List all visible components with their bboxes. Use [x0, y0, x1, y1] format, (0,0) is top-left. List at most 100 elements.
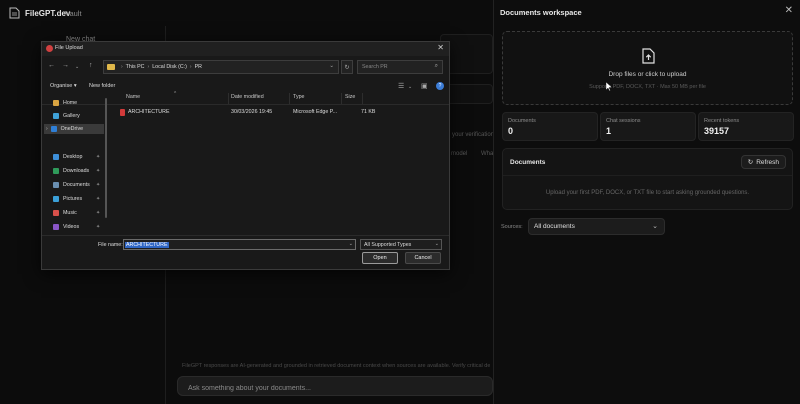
- divider: [42, 104, 449, 105]
- cloud-icon: [50, 126, 57, 132]
- gallery-icon: [53, 113, 59, 119]
- nav-label: Desktop: [63, 154, 83, 160]
- breadcrumb-item[interactable]: Local Disk (C:): [152, 64, 187, 70]
- sort-up-icon: ⌃: [173, 91, 178, 97]
- stat-label: Recent tokens: [704, 118, 740, 124]
- sources-value: All documents: [534, 223, 575, 230]
- pin-icon: ✦: [96, 182, 101, 188]
- help-icon[interactable]: ?: [436, 82, 444, 90]
- file-name-label: File name:: [98, 242, 123, 248]
- nav-item-music[interactable]: Music: [53, 208, 77, 218]
- file-row[interactable]: ARCHITECTURE 30/03/2026 19:45 Microsoft …: [119, 107, 445, 117]
- chat-input-field[interactable]: [178, 379, 492, 398]
- refresh-icon[interactable]: ↻: [341, 60, 353, 74]
- file-type: Microsoft Edge P...: [293, 109, 338, 115]
- column-date[interactable]: Date modified: [231, 94, 264, 100]
- column-divider: [341, 93, 342, 104]
- screen: FileGPT.dev Vault New chat your verifica…: [0, 0, 800, 404]
- chevron-down-icon[interactable]: ⌄: [75, 64, 79, 70]
- music-icon: [53, 210, 59, 216]
- nav-item-onedrive[interactable]: › OneDrive: [44, 124, 104, 134]
- column-type[interactable]: Type: [293, 94, 304, 100]
- breadcrumb-item[interactable]: This PC: [126, 64, 145, 70]
- close-icon[interactable]: ✕: [785, 5, 793, 16]
- nav-item-documents[interactable]: Documents: [53, 180, 90, 190]
- chevron-down-icon: ⌄: [652, 223, 658, 230]
- documents-panel: Documents workspace ✕ Drop files or clic…: [493, 0, 800, 404]
- chevron-down-icon: ⌄: [434, 241, 439, 247]
- stat-value: 0: [508, 126, 514, 136]
- file-name: ARCHITECTURE: [128, 109, 170, 115]
- panel-title: Documents workspace: [500, 8, 582, 17]
- preview-pane-icon[interactable]: ▣: [421, 82, 428, 90]
- nav-item-home[interactable]: Home: [53, 98, 77, 108]
- cancel-button[interactable]: Cancel: [405, 252, 441, 264]
- dialog-title: File Upload: [55, 45, 83, 51]
- open-button[interactable]: Open: [362, 252, 398, 264]
- refresh-label: Refresh: [756, 158, 779, 166]
- file-name-input[interactable]: ARCHITECTURE ⌄: [123, 239, 356, 250]
- chevron-down-icon[interactable]: ⌄: [349, 241, 353, 247]
- nav-label: Pictures: [63, 196, 83, 202]
- upload-file-icon: [642, 48, 655, 64]
- document-icon: [53, 182, 59, 188]
- nav-vault-link[interactable]: Vault: [65, 9, 82, 18]
- chevron-right-icon: ›: [147, 64, 150, 70]
- pin-icon: ✦: [96, 168, 101, 174]
- sources-select[interactable]: All documents ⌄: [528, 218, 665, 235]
- address-bar[interactable]: › This PC › Local Disk (C:) › PR ⌄: [103, 60, 339, 74]
- stat-recent-tokens: Recent tokens 39157: [698, 112, 794, 141]
- sources-label: Sources:: [501, 224, 523, 230]
- column-name[interactable]: Name: [126, 94, 140, 100]
- stat-label: Chat sessions: [606, 118, 641, 124]
- pin-icon: ✦: [96, 210, 101, 216]
- up-arrow-icon[interactable]: ↑: [89, 62, 93, 69]
- mouse-cursor-icon: [606, 82, 612, 91]
- nav-item-videos[interactable]: Videos: [53, 222, 79, 232]
- nav-item-downloads[interactable]: Downloads: [53, 166, 89, 176]
- column-divider: [228, 93, 229, 104]
- organise-button[interactable]: Organise ▾: [50, 83, 77, 89]
- app-title: FileGPT.dev: [25, 9, 71, 18]
- chat-input[interactable]: [177, 376, 493, 398]
- breadcrumb-item[interactable]: PR: [195, 64, 202, 70]
- pictures-icon: [53, 196, 59, 202]
- nav-item-pictures[interactable]: Pictures: [53, 194, 82, 204]
- forward-arrow-icon[interactable]: →: [62, 62, 69, 69]
- refresh-button[interactable]: ↻ Refresh: [740, 155, 786, 169]
- nav-label: Gallery: [63, 113, 80, 119]
- column-divider: [289, 93, 290, 104]
- column-size[interactable]: Size: [345, 94, 355, 100]
- stat-documents: Documents 0: [502, 112, 598, 141]
- divider: [503, 175, 792, 176]
- view-options-icon[interactable]: ☰: [398, 82, 404, 90]
- video-icon: [53, 224, 59, 230]
- close-icon[interactable]: ✕: [437, 43, 444, 52]
- ai-disclaimer: FileGPT responses are AI-generated and g…: [182, 363, 490, 369]
- documents-title: Documents: [510, 159, 546, 166]
- chevron-right-icon: ›: [46, 126, 48, 132]
- nav-label: Downloads: [63, 168, 90, 174]
- upload-dropzone[interactable]: Drop files or click to upload Supports P…: [502, 31, 793, 105]
- download-icon: [53, 168, 59, 174]
- search-icon: ⌕: [434, 63, 438, 69]
- stat-value: 1: [606, 126, 612, 136]
- pin-icon: ✦: [96, 224, 101, 230]
- column-divider: [362, 93, 363, 104]
- nav-scrollbar[interactable]: [105, 98, 107, 218]
- stat-label: Documents: [508, 118, 536, 124]
- new-folder-button[interactable]: New folder: [89, 83, 115, 89]
- search-input[interactable]: Search PR ⌕: [357, 60, 443, 74]
- pin-icon: ✦: [96, 196, 101, 202]
- nav-label: Videos: [63, 224, 80, 230]
- chevron-right-icon: ›: [189, 64, 192, 70]
- nav-item-desktop[interactable]: Desktop: [53, 152, 82, 162]
- file-type-select[interactable]: All Supported Types ⌄: [360, 239, 442, 250]
- back-arrow-icon[interactable]: ←: [48, 62, 55, 69]
- chevron-down-icon[interactable]: ⌄: [329, 63, 334, 69]
- nav-label: OneDrive: [60, 126, 84, 132]
- chevron-down-icon[interactable]: ⌄: [408, 84, 412, 90]
- pin-icon: ✦: [96, 154, 101, 160]
- app-logo-icon: [9, 7, 20, 19]
- nav-item-gallery[interactable]: Gallery: [53, 111, 80, 121]
